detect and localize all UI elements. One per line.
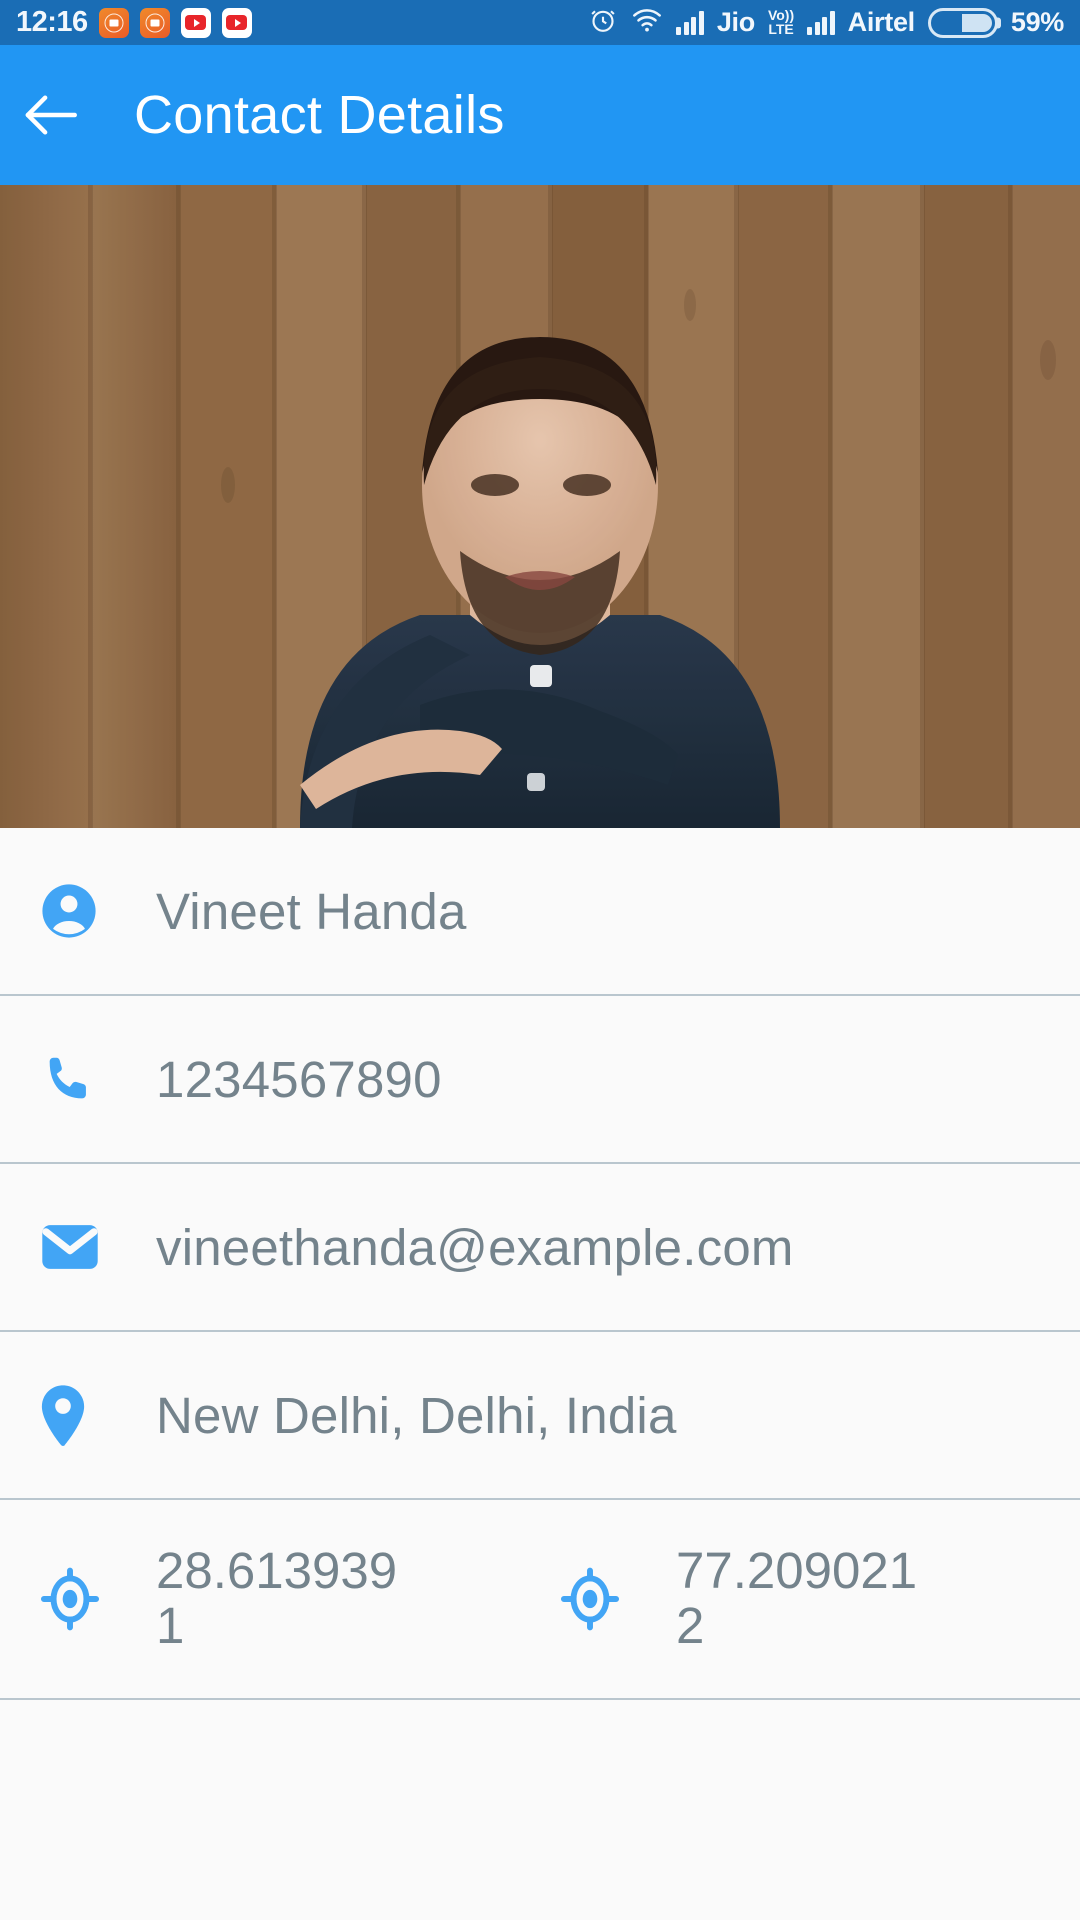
email-icon-svg xyxy=(42,1225,98,1269)
sim2-carrier-label: Airtel xyxy=(847,7,916,37)
status-bar: 12:16 Jio Vo)) LTE Airtel 59% xyxy=(0,0,1080,45)
battery-percent-label: 59% xyxy=(1010,7,1064,37)
screen-recorder-icon xyxy=(139,7,170,38)
contact-phone-value: 1234567890 xyxy=(156,1050,442,1108)
volte-bottom-label: LTE xyxy=(768,20,794,37)
youtube-icon xyxy=(221,7,252,38)
youtube-icon xyxy=(180,7,211,38)
latitude-value: 28.6139391 xyxy=(156,1542,398,1654)
contact-email-row[interactable]: vineethanda@example.com xyxy=(0,1164,1080,1332)
signal-bars-icon xyxy=(807,10,835,35)
longitude-cell[interactable]: 77.2090212 xyxy=(560,1544,1080,1653)
email-icon xyxy=(40,1221,156,1273)
wifi-icon xyxy=(631,6,663,39)
longitude-value: 77.2090212 xyxy=(676,1542,918,1654)
signal-bars-icon xyxy=(676,10,704,35)
phone-icon xyxy=(40,1050,156,1108)
volte-icon: Vo)) LTE xyxy=(768,8,794,37)
status-bar-right: Jio Vo)) LTE Airtel 59% xyxy=(588,5,1064,40)
app-bar: Contact Details xyxy=(0,45,1080,185)
back-arrow-icon xyxy=(25,95,77,135)
location-pin-icon xyxy=(40,1384,156,1446)
screen-recorder-icon xyxy=(98,7,129,38)
contact-name-row[interactable]: Vineet Handa xyxy=(0,828,1080,996)
contact-location-row[interactable]: New Delhi, Delhi, India xyxy=(0,1332,1080,1500)
list-empty-space xyxy=(0,1700,1080,1920)
status-bar-clock: 12:16 xyxy=(16,6,88,38)
gps-target-icon xyxy=(560,1567,676,1631)
page-title: Contact Details xyxy=(134,85,505,145)
alarm-clock-icon xyxy=(588,5,618,40)
contact-phone-row[interactable]: 1234567890 xyxy=(0,996,1080,1164)
contact-coordinates-row[interactable]: 28.6139391 77.2090212 xyxy=(0,1500,1080,1700)
contact-photo-image xyxy=(0,185,1080,828)
back-button[interactable] xyxy=(0,84,110,146)
latitude-cell[interactable]: 28.6139391 xyxy=(40,1544,560,1653)
battery-icon xyxy=(927,7,998,38)
contact-location-value: New Delhi, Delhi, India xyxy=(156,1386,677,1444)
contact-details-list: Vineet Handa 1234567890 vineethanda@exam… xyxy=(0,828,1080,1920)
contact-name-value: Vineet Handa xyxy=(156,882,467,940)
status-bar-left: 12:16 xyxy=(16,6,252,39)
sim1-carrier-label: Jio xyxy=(716,7,755,37)
person-icon xyxy=(40,882,156,940)
contact-email-value: vineethanda@example.com xyxy=(156,1218,794,1276)
gps-target-icon xyxy=(40,1567,156,1631)
contact-photo xyxy=(0,185,1080,828)
